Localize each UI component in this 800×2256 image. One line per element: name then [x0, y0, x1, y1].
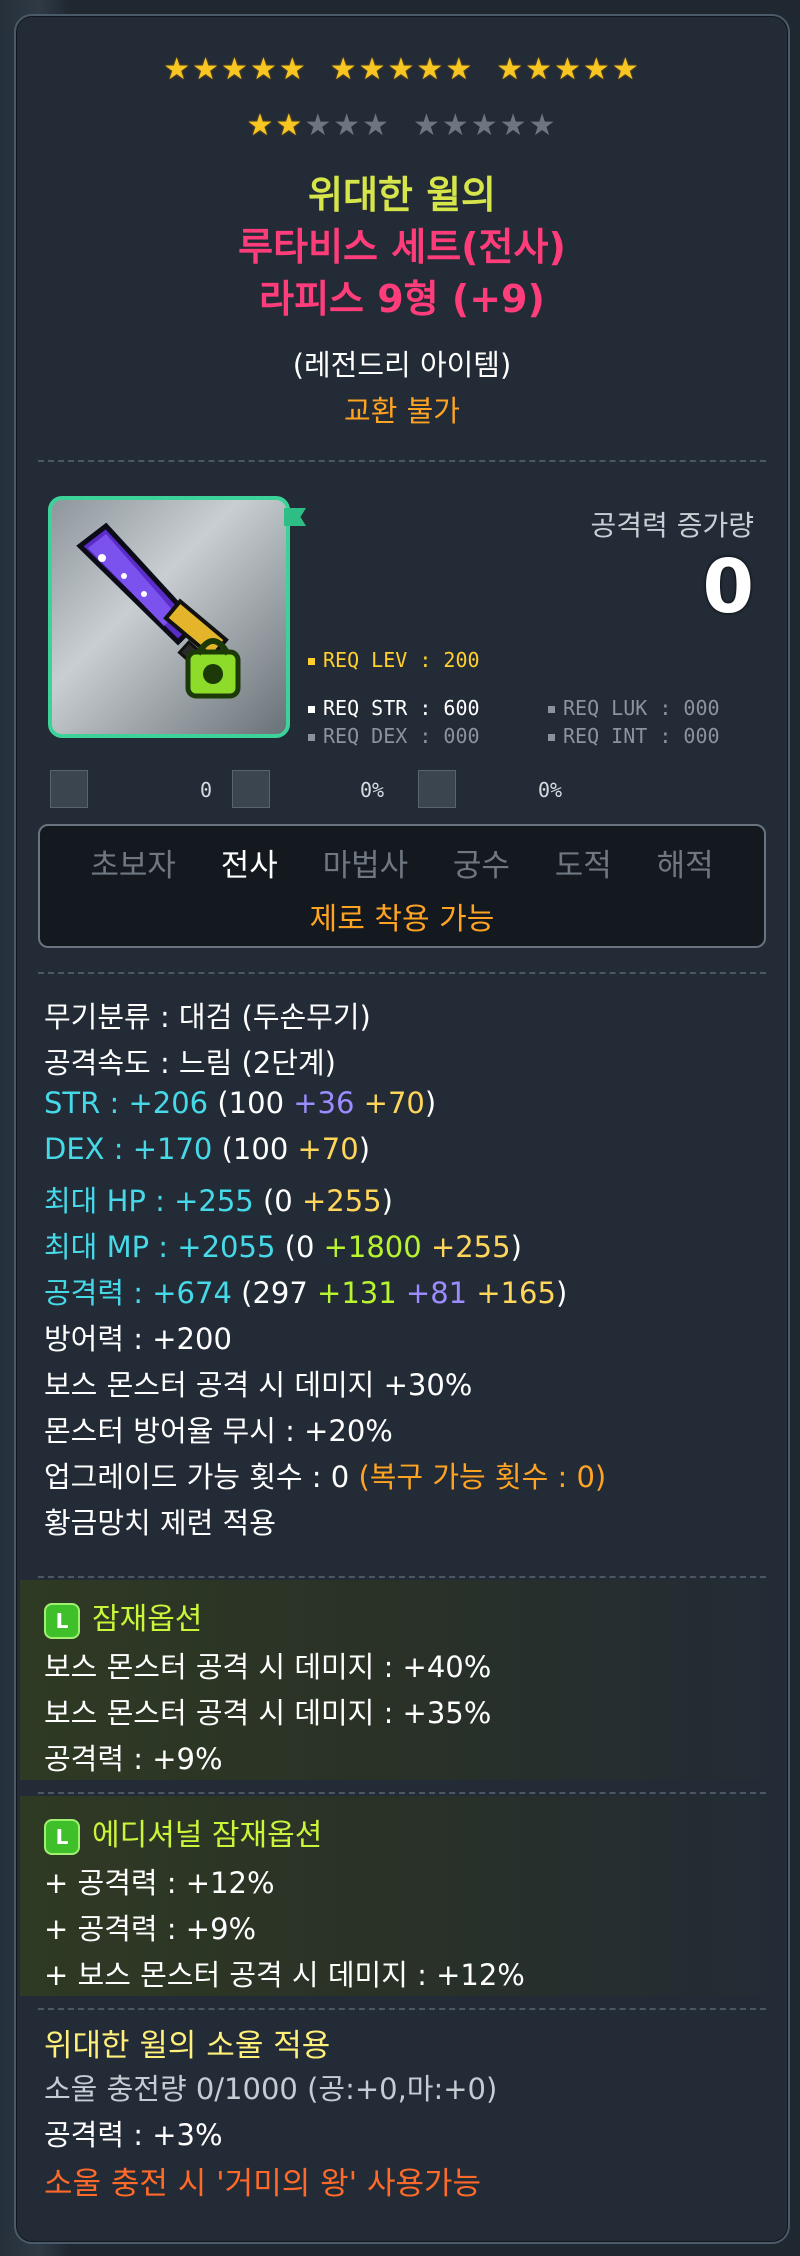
job-requirement-box: 초보자 전사 마법사 궁수 도적 해적 제로 착용 가능: [38, 824, 766, 948]
stat-dex: DEX : +170 (100 +70): [44, 1132, 371, 1166]
soul-attack: 공격력 : +3%: [44, 2118, 223, 2152]
additional-potential-header: L 에디셔널 잠재옵션: [44, 1810, 322, 1855]
stat-defense: 방어력 : +200: [44, 1322, 232, 1356]
attack-speed: 공격속도 : 느림 (2단계): [44, 1046, 336, 1080]
potential-line: 보스 몬스터 공격 시 데미지 : +35%: [44, 1696, 492, 1730]
golden-hammer: 황금망치 제련 적용: [44, 1506, 276, 1540]
req-int: REQ INT : 000: [548, 724, 720, 748]
mini-stat-3: 0%: [538, 778, 563, 802]
divider: [38, 972, 766, 974]
job-archer: 궁수: [452, 848, 510, 884]
mini-stat-1: 0: [200, 778, 213, 802]
zero-equip-note: 제로 착용 가능: [309, 902, 495, 937]
flag-icon: [284, 508, 306, 526]
crown-icon: [232, 770, 270, 808]
star-icon: ★★★★★: [496, 52, 641, 87]
potential-line: 공격력 : +9%: [44, 1742, 223, 1776]
empty-star-icon: ★★★: [304, 108, 391, 143]
additional-potential-line: + 보스 몬스터 공격 시 데미지 : +12%: [44, 1958, 525, 1992]
additional-potential-line: + 공격력 : +12%: [44, 1866, 275, 1900]
greatsword-icon: [76, 522, 241, 699]
req-luk: REQ LUK : 000: [548, 696, 720, 720]
job-warrior: 전사: [220, 848, 278, 884]
upgrade-count: 업그레이드 가능 횟수 : 0 (복구 가능 횟수 : 0): [44, 1460, 607, 1494]
stat-attack: 공격력 : +674 (297 +131 +81 +165): [44, 1276, 568, 1310]
attack-increase-value: 0: [702, 544, 755, 630]
job-thief: 도적: [554, 848, 612, 884]
divider: [38, 1792, 766, 1794]
job-pirate: 해적: [656, 848, 714, 884]
item-grade: (레전드리 아이템): [292, 348, 512, 382]
req-level: REQ LEV : 200: [308, 648, 480, 672]
item-prefix: 위대한 윌의: [307, 173, 497, 217]
req-dex: REQ DEX : 000: [308, 724, 480, 748]
item-name: 라피스 9형 (+9): [259, 277, 545, 321]
potential-header: L 잠재옵션: [44, 1594, 202, 1639]
legendary-icon: L: [44, 1602, 80, 1639]
job-beginner: 초보자: [90, 848, 176, 884]
mini-stat-2: 0%: [360, 778, 385, 802]
soul-skill: 소울 충전 시 '거미의 왕' 사용가능: [44, 2166, 482, 2202]
potential-line: 보스 몬스터 공격 시 데미지 : +40%: [44, 1650, 492, 1684]
soul-charge: 소울 충전량 0/1000 (공:+0,마:+0): [44, 2072, 498, 2106]
stat-mp: 최대 MP : +2055 (0 +1800 +255): [44, 1230, 522, 1264]
stat-ignore-defense: 몬스터 방어율 무시 : +20%: [44, 1414, 393, 1448]
divider: [38, 1576, 766, 1578]
item-tooltip: ★★★★★ ★★★★★ ★★★★★ ★★★★★ ★★★★★ 위대한 윌의 루타비스 세…: [14, 14, 790, 2244]
weapon-type: 무기분류 : 대검 (두손무기): [44, 1000, 371, 1034]
soul-title: 위대한 윌의 소울 적용: [44, 2028, 331, 2064]
soul-icon: [50, 770, 88, 808]
req-str: REQ STR : 600: [308, 696, 480, 720]
star-force-row-2: ★★★★★ ★★★★★: [16, 108, 788, 143]
shield-icon: [418, 770, 456, 808]
legendary-icon: L: [44, 1818, 80, 1855]
divider: [38, 460, 766, 462]
stat-str: STR : +206 (100 +36 +70): [44, 1086, 437, 1120]
star-icon: ★★★★★: [163, 52, 308, 87]
stat-hp: 최대 HP : +255 (0 +255): [44, 1184, 393, 1218]
item-set-name: 루타비스 세트(전사): [238, 225, 566, 269]
job-magician: 마법사: [322, 848, 409, 884]
stat-boss-damage: 보스 몬스터 공격 시 데미지 +30%: [44, 1368, 473, 1402]
star-icon: ★★★★★: [329, 52, 475, 87]
star-force-row-1: ★★★★★ ★★★★★ ★★★★★: [16, 52, 788, 87]
trade-status: 교환 불가: [344, 394, 460, 428]
empty-star-icon: ★★★★★: [413, 108, 558, 143]
star-icon: ★★: [246, 108, 305, 143]
attack-increase-label: 공격력 증가량: [590, 509, 754, 542]
additional-potential-line: + 공격력 : +9%: [44, 1912, 257, 1946]
divider: [38, 2008, 766, 2010]
